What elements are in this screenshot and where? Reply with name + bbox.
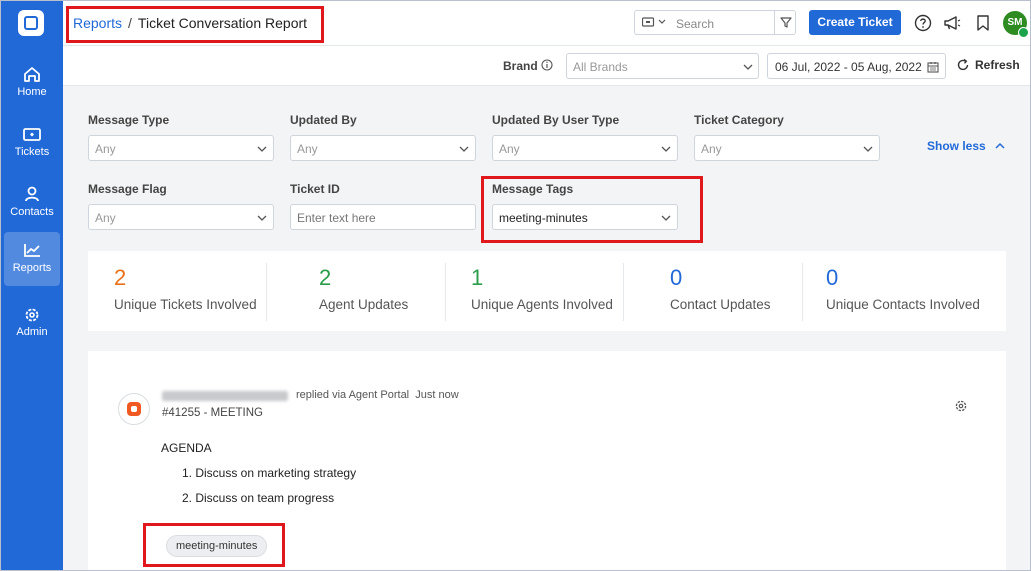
search-box[interactable]: Search <box>634 10 796 35</box>
stat-label: Unique Contacts Involved <box>826 297 980 312</box>
sidebar-item-reports[interactable]: Reports <box>4 232 60 286</box>
reply-time: Just now <box>415 389 459 401</box>
filter-label-updated-by-user-type: Updated By User Type <box>492 113 620 127</box>
info-icon[interactable] <box>541 59 553 71</box>
select-value: Any <box>701 142 722 156</box>
show-less-toggle[interactable]: Show less <box>927 139 1005 153</box>
highlight-box-tag <box>143 523 285 567</box>
sidebar-item-label: Reports <box>12 262 52 274</box>
chevron-down-icon <box>863 146 873 152</box>
stats-summary: 2 Unique Tickets Involved 2 Agent Update… <box>88 251 1006 331</box>
agenda-item: 1. Discuss on marketing strategy <box>182 466 357 480</box>
ticket-icon <box>641 17 666 27</box>
search-filter-button[interactable] <box>774 11 796 34</box>
sidebar-item-tickets[interactable]: Tickets <box>1 116 63 170</box>
reply-channel: replied via Agent Portal <box>296 389 410 401</box>
sidebar-item-contacts[interactable]: Contacts <box>1 176 63 230</box>
chevron-down-icon <box>743 64 753 70</box>
author-name-blurred <box>162 391 288 401</box>
brand-select-value: All Brands <box>573 60 628 74</box>
filter-label-message-type: Message Type <box>88 113 170 127</box>
ticket-category-select[interactable]: Any <box>694 135 880 161</box>
home-icon <box>24 67 40 82</box>
brand-label: Brand <box>503 59 538 73</box>
highlight-box-title <box>66 6 324 43</box>
reply-meta: replied via Agent Portal Just now <box>296 389 459 401</box>
refresh-icon[interactable] <box>956 58 970 72</box>
chart-icon <box>24 244 40 257</box>
agenda-item: 2. Discuss on team progress <box>182 491 335 505</box>
chevron-down-icon <box>661 146 671 152</box>
report-toolbar: Brand All Brands 06 Jul, 2022 - 05 Aug, … <box>63 46 1030 86</box>
select-value: Any <box>95 211 116 225</box>
filter-icon <box>780 17 792 28</box>
stat-divider <box>802 263 803 321</box>
search-scope-dropdown[interactable] <box>641 17 668 30</box>
sidebar-item-label: Contacts <box>10 206 54 218</box>
stat-label: Agent Updates <box>319 297 409 312</box>
search-input[interactable]: Search <box>676 17 714 31</box>
filter-label-ticket-id: Ticket ID <box>290 182 340 196</box>
ticket-icon <box>23 128 41 141</box>
message-type-select[interactable]: Any <box>88 135 274 161</box>
stat-value: 2 <box>114 265 127 290</box>
stat-divider <box>445 263 446 321</box>
highlight-box-message-tags <box>481 176 703 243</box>
brand-select[interactable]: All Brands <box>566 53 759 79</box>
stat-value: 0 <box>670 265 683 290</box>
calendar-icon <box>927 62 939 73</box>
ticket-id-placeholder: Enter text here <box>297 211 376 225</box>
stat-value: 0 <box>826 265 839 290</box>
agent-avatar <box>118 393 150 425</box>
updated-by-select[interactable]: Any <box>290 135 476 161</box>
stat-divider <box>623 263 624 321</box>
filter-label-message-flag: Message Flag <box>88 182 167 196</box>
stat-divider <box>266 263 267 321</box>
sidebar-item-label: Home <box>17 86 47 98</box>
agenda-title: AGENDA <box>161 441 212 455</box>
show-less-label: Show less <box>927 139 986 153</box>
stat-label: Unique Tickets Involved <box>114 297 257 312</box>
updated-by-user-type-select[interactable]: Any <box>492 135 678 161</box>
filter-label-updated-by: Updated By <box>290 113 357 127</box>
filter-label-ticket-category: Ticket Category <box>694 113 784 127</box>
chevron-down-icon <box>459 146 469 152</box>
bookmark-icon[interactable] <box>973 13 993 33</box>
app-logo[interactable] <box>18 10 44 36</box>
stat-value: 1 <box>471 265 484 290</box>
app-window: Home Tickets Contacts Reports Admin Repo… <box>0 0 1031 571</box>
ticket-id-input[interactable]: Enter text here <box>290 204 476 230</box>
stat-label: Contact Updates <box>670 297 771 312</box>
date-range-value: 06 Jul, 2022 - 05 Aug, 2022 <box>775 60 922 74</box>
select-value: Any <box>95 142 116 156</box>
conversation-card: replied via Agent Portal Just now #41255… <box>88 351 1006 570</box>
sidebar: Home Tickets Contacts Reports Admin <box>1 1 63 570</box>
ticket-reference-link[interactable]: #41255 - MEETING <box>162 407 263 419</box>
sidebar-item-home[interactable]: Home <box>1 56 63 110</box>
message-flag-select[interactable]: Any <box>88 204 274 230</box>
top-header: Reports / Ticket Conversation Report Searc… <box>63 1 1030 46</box>
select-value: Any <box>297 142 318 156</box>
chevron-down-icon <box>257 215 267 221</box>
stat-value: 2 <box>319 265 332 290</box>
main-content: Brand All Brands 06 Jul, 2022 - 05 Aug, … <box>63 46 1030 570</box>
refresh-button[interactable]: Refresh <box>975 58 1020 72</box>
megaphone-icon[interactable] <box>942 13 962 33</box>
gear-icon <box>25 308 39 322</box>
date-range-picker[interactable]: 06 Jul, 2022 - 05 Aug, 2022 <box>767 53 946 79</box>
person-icon <box>25 186 39 202</box>
sidebar-item-label: Admin <box>16 326 48 338</box>
chevron-down-icon <box>257 146 267 152</box>
chevron-up-icon <box>995 142 1005 149</box>
online-status-icon <box>1018 27 1029 38</box>
sidebar-item-label: Tickets <box>14 146 50 158</box>
select-value: Any <box>499 142 520 156</box>
stat-label: Unique Agents Involved <box>471 297 613 312</box>
create-ticket-button[interactable]: Create Ticket <box>809 10 901 35</box>
gear-icon[interactable] <box>954 399 968 413</box>
help-icon[interactable] <box>913 13 933 33</box>
sidebar-item-admin[interactable]: Admin <box>1 296 63 350</box>
